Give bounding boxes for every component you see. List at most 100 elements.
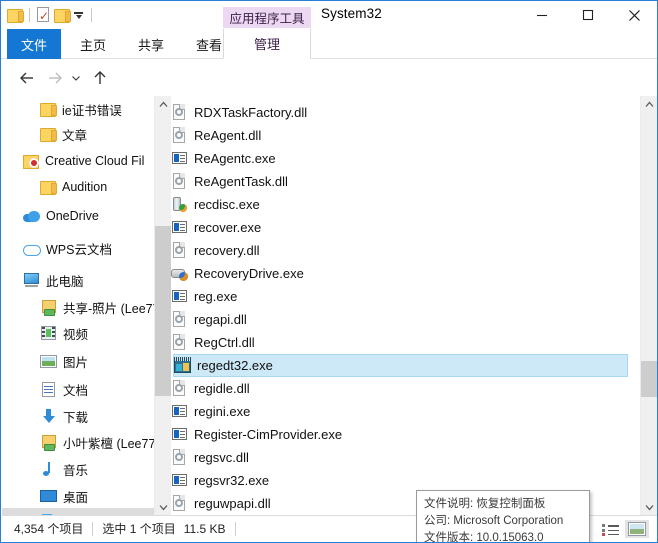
sidebar-item-label: OneDrive xyxy=(46,209,99,223)
sidebar-item-label: 文档 xyxy=(63,383,89,398)
sidebar-item-label: WPS云文档 xyxy=(46,242,112,257)
file-name: recover.exe xyxy=(194,220,262,235)
file-list[interactable]: RDXTaskFactory.dll ReAgent.dll ReAgentc.… xyxy=(171,96,640,516)
new-folder-icon[interactable] xyxy=(54,8,71,23)
onedrive-icon xyxy=(23,210,40,223)
sidebar-item-label: 此电脑 xyxy=(46,274,84,289)
list-item[interactable]: recover.exe xyxy=(171,216,630,239)
file-name: RecoveryDrive.exe xyxy=(194,266,304,281)
sidebar-item-label: Creative Cloud Fil xyxy=(45,154,145,168)
sidebar-item-music[interactable]: 音乐 xyxy=(2,456,154,482)
maximize-button[interactable] xyxy=(565,1,611,29)
list-item[interactable]: RecoveryDrive.exe xyxy=(171,262,630,285)
list-item[interactable]: RDXTaskFactory.dll xyxy=(171,101,630,124)
this-pc-icon xyxy=(23,272,40,288)
sidebar-item-ie-cert-errors[interactable]: ie证书错误 xyxy=(2,96,154,122)
sidebar-item-documents[interactable]: 文档 xyxy=(2,376,154,402)
list-item[interactable]: recdisc.exe xyxy=(171,193,630,216)
list-item[interactable]: ReAgent.dll xyxy=(171,124,630,147)
folder-icon[interactable] xyxy=(7,8,24,23)
sidebar-scrollbar-thumb[interactable] xyxy=(155,226,172,396)
folder-icon xyxy=(40,102,57,117)
back-button[interactable] xyxy=(17,68,37,88)
list-item[interactable]: regsvc.dll xyxy=(171,446,630,469)
list-item-selected[interactable]: regedt32.exe xyxy=(173,354,628,377)
sidebar-scrollbar[interactable] xyxy=(154,96,172,516)
recent-locations-button[interactable] xyxy=(69,68,83,88)
downloads-icon xyxy=(40,408,57,424)
file-name: ReAgentc.exe xyxy=(194,151,276,166)
large-icons-view-icon xyxy=(628,522,646,536)
minimize-button[interactable] xyxy=(519,1,565,29)
exe-icon xyxy=(171,288,188,305)
forward-arrow-icon xyxy=(49,72,62,84)
pictures-icon xyxy=(40,354,57,369)
videos-icon xyxy=(40,325,57,341)
sidebar-item-label: 图片 xyxy=(63,355,89,370)
file-list-scrollbar[interactable] xyxy=(640,96,657,516)
status-divider-2 xyxy=(234,521,236,536)
details-view-button[interactable] xyxy=(598,520,622,538)
sidebar-item-desktop[interactable]: 桌面 xyxy=(2,483,154,509)
sidebar-item-pictures[interactable]: 图片 xyxy=(2,348,154,374)
scroll-up-icon[interactable] xyxy=(155,96,172,113)
file-name: reguwpapi.dll xyxy=(194,496,271,511)
large-icons-view-button[interactable] xyxy=(625,520,649,538)
list-item[interactable]: ReAgentc.exe xyxy=(171,147,630,170)
properties-icon[interactable]: ✓ xyxy=(36,7,51,23)
dll-icon xyxy=(171,104,188,121)
up-button[interactable] xyxy=(90,68,110,88)
registry-editor-icon xyxy=(174,357,191,374)
sidebar-item-downloads[interactable]: 下载 xyxy=(2,403,154,429)
scroll-up-icon[interactable] xyxy=(641,96,657,113)
list-item[interactable]: regidle.dll xyxy=(171,377,630,400)
sidebar-item-xiaoye-zitan[interactable]: 小叶紫檀 (Lee77 xyxy=(2,429,154,455)
selection-size-label: 11.5 KB xyxy=(183,521,226,536)
sidebar-item-shared-photos[interactable]: 共享-照片 (Lee77 xyxy=(2,294,154,320)
sidebar-item-wps-cloud[interactable]: WPS云文档 xyxy=(2,235,154,261)
file-name: ReAgentTask.dll xyxy=(194,174,288,189)
sidebar-item-videos[interactable]: 视频 xyxy=(2,320,154,346)
sidebar-item-creative-cloud-files[interactable]: Creative Cloud Fil xyxy=(2,148,154,174)
contextual-tab-group-title: 应用程序工具 xyxy=(223,7,311,28)
list-item[interactable]: regini.exe xyxy=(171,400,630,423)
close-button[interactable] xyxy=(611,1,657,29)
documents-icon xyxy=(40,381,57,397)
file-list-scrollbar-thumb[interactable] xyxy=(641,361,657,397)
dll-icon xyxy=(171,242,188,259)
sidebar-item-articles[interactable]: 文章 xyxy=(2,121,154,147)
list-item[interactable]: regsvr32.exe xyxy=(171,469,630,492)
back-arrow-icon xyxy=(20,72,33,84)
close-icon xyxy=(628,9,640,21)
list-item[interactable]: ReAgentTask.dll xyxy=(171,170,630,193)
list-item[interactable]: reg.exe xyxy=(171,285,630,308)
ribbon-tab-strip: 文件 主页 共享 查看 管理 ? xyxy=(1,29,657,80)
list-item[interactable]: Register-CimProvider.exe xyxy=(171,423,630,446)
dll-icon xyxy=(171,173,188,190)
explorer-window: ✓ 应用程序工具 System32 文件 主页 共享 查看 管理 搜索"Syst… xyxy=(0,0,658,543)
exe-icon xyxy=(171,472,188,489)
navigation-pane[interactable]: ie证书错误 文章 Creative Cloud Fil Audition On xyxy=(2,96,154,516)
tab-home[interactable]: 主页 xyxy=(67,29,119,59)
dll-icon xyxy=(171,449,188,466)
dll-icon xyxy=(171,380,188,397)
tab-manage[interactable]: 管理 xyxy=(223,29,311,59)
customize-qat-icon[interactable] xyxy=(73,9,85,21)
list-item[interactable]: recovery.dll xyxy=(171,239,630,262)
tooltip-line-description: 文件说明: 恢复控制面板 xyxy=(424,498,546,510)
list-item[interactable]: RegCtrl.dll xyxy=(171,331,630,354)
sidebar-item-label: 桌面 xyxy=(63,490,89,505)
tab-share[interactable]: 共享 xyxy=(125,29,177,59)
sidebar-item-this-pc[interactable]: 此电脑 xyxy=(2,267,154,293)
scroll-down-icon[interactable] xyxy=(641,499,657,516)
dll-icon xyxy=(171,334,188,351)
list-item[interactable]: regapi.dll xyxy=(171,308,630,331)
address-bar-row: « › Windows › System32 › xyxy=(1,60,657,148)
scroll-down-icon[interactable] xyxy=(155,499,172,516)
sidebar-item-onedrive[interactable]: OneDrive xyxy=(2,203,154,229)
sidebar-item-audition[interactable]: Audition xyxy=(2,174,154,200)
tab-file[interactable]: 文件 xyxy=(7,29,61,59)
file-name: RDXTaskFactory.dll xyxy=(194,105,308,120)
file-name: regidle.dll xyxy=(194,381,250,396)
qat-separator-2 xyxy=(91,8,92,22)
